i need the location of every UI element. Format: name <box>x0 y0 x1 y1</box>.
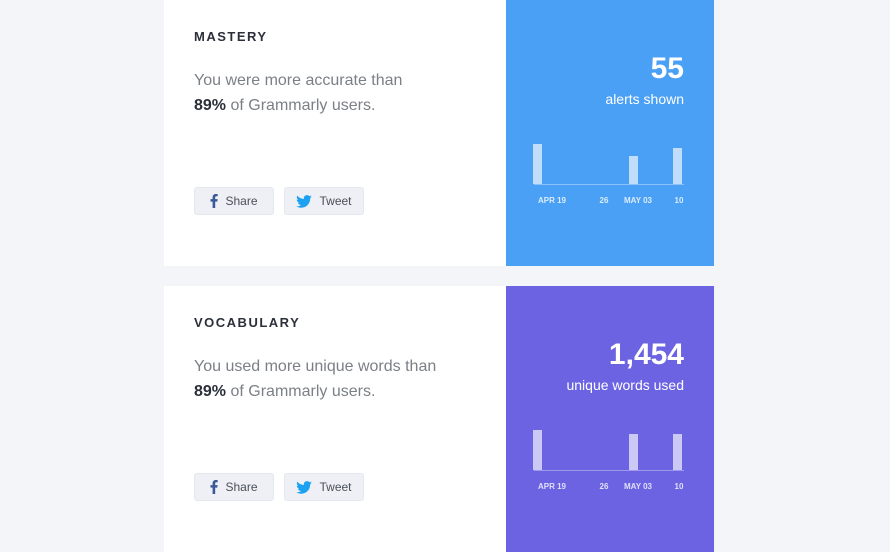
vocabulary-percent: 89% <box>194 383 227 400</box>
chart-tick-label: 10 <box>674 196 684 205</box>
mastery-desc-suffix: of Grammarly users. <box>230 97 376 114</box>
mastery-description: You were more accurate than 89% of Gramm… <box>194 68 484 118</box>
twitter-icon <box>296 480 313 494</box>
mastery-stat-label: alerts shown <box>605 91 684 107</box>
chart-baseline <box>534 470 684 471</box>
vocabulary-stat-value: 1,454 <box>608 338 684 371</box>
vocabulary-tweet-button[interactable]: Tweet <box>284 473 364 501</box>
mastery-tweet-button[interactable]: Tweet <box>284 187 364 215</box>
chart-tick-label: 26 <box>599 196 609 205</box>
chart-tick-label: 10 <box>674 482 684 491</box>
chart-tick-label: APR 19 <box>537 196 567 205</box>
vocabulary-heading: VOCABULARY <box>194 315 301 330</box>
chart-tick-label: MAY 03 <box>623 482 653 491</box>
mastery-share-button[interactable]: Share <box>194 187 274 215</box>
chart-tick-label: APR 19 <box>537 482 567 491</box>
mastery-card: MASTERY You were more accurate than 89% … <box>164 0 714 266</box>
chart-tick-label: 26 <box>599 482 609 491</box>
chart-baseline <box>534 184 684 185</box>
vocabulary-stat-label: unique words used <box>566 377 684 393</box>
vocabulary-text-panel: VOCABULARY You used more unique words th… <box>194 286 494 552</box>
vocabulary-desc-suffix: of Grammarly users. <box>230 383 376 400</box>
facebook-icon <box>210 194 219 208</box>
vocabulary-stat-panel: 1,454 unique words used APR 19 26 MAY 03 10 <box>506 286 714 552</box>
vocabulary-bar-chart: APR 19 26 MAY 03 10 <box>533 416 684 491</box>
mastery-text-panel: MASTERY You were more accurate than 89% … <box>194 0 494 266</box>
vocabulary-tweet-label: Tweet <box>319 480 352 494</box>
mastery-desc-prefix: You were more accurate than <box>194 72 403 89</box>
mastery-percent: 89% <box>194 97 227 114</box>
chart-bar <box>673 434 682 470</box>
chart-bar <box>533 430 542 470</box>
facebook-icon <box>210 480 219 494</box>
chart-bar <box>673 148 682 184</box>
vocabulary-description: You used more unique words than 89% of G… <box>194 354 484 404</box>
mastery-share-label: Share <box>225 194 258 208</box>
twitter-icon <box>296 194 313 208</box>
mastery-stat-panel: 55 alerts shown APR 19 26 MAY 03 10 <box>506 0 714 266</box>
chart-bar <box>629 434 638 470</box>
mastery-bar-chart: APR 19 26 MAY 03 10 <box>533 130 684 205</box>
vocabulary-desc-prefix: You used more unique words than <box>194 358 437 375</box>
mastery-stat-value: 55 <box>650 52 684 85</box>
vocabulary-share-button[interactable]: Share <box>194 473 274 501</box>
vocabulary-card: VOCABULARY You used more unique words th… <box>164 286 714 552</box>
chart-tick-label: MAY 03 <box>623 196 653 205</box>
chart-bar <box>629 156 638 184</box>
mastery-tweet-label: Tweet <box>319 194 352 208</box>
vocabulary-share-label: Share <box>225 480 258 494</box>
chart-bar <box>533 144 542 184</box>
mastery-heading: MASTERY <box>194 29 268 44</box>
